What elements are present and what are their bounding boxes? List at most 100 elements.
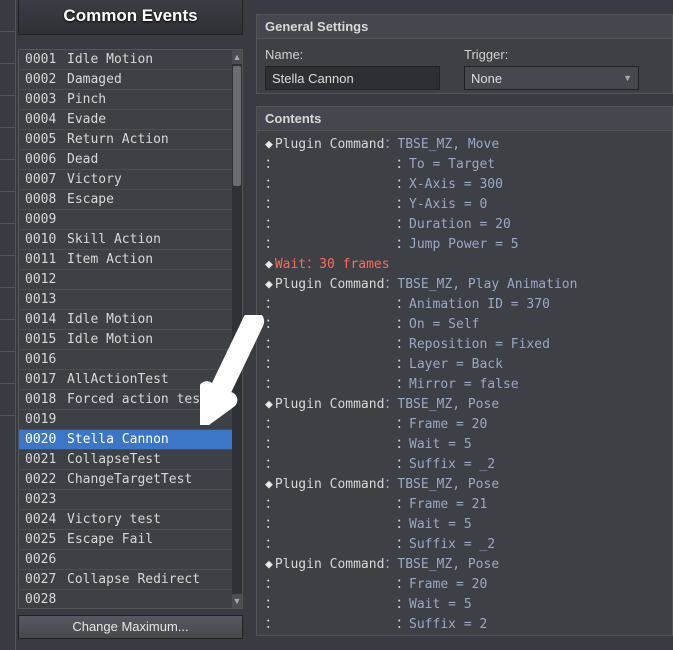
- event-row[interactable]: 0016: [19, 350, 232, 370]
- event-number: 0026: [25, 550, 67, 569]
- event-number: 0021: [25, 450, 67, 469]
- content-line[interactable]: ◆Plugin Command：TBSE_MZ, Play Animation: [265, 275, 672, 295]
- content-line[interactable]: ：： Wait = 5: [265, 435, 672, 455]
- event-row[interactable]: 0005Return Action: [19, 130, 232, 150]
- content-line[interactable]: ：： Frame = 20: [265, 575, 672, 595]
- event-name: Idle Motion: [67, 330, 153, 349]
- event-number: 0024: [25, 510, 67, 529]
- diamond-icon: ◆: [265, 395, 273, 415]
- event-name: Stella Cannon: [67, 430, 169, 449]
- event-row[interactable]: 0017AllActionTest: [19, 370, 232, 390]
- event-row[interactable]: 0020Stella Cannon: [19, 430, 232, 450]
- event-row[interactable]: 0002Damaged: [19, 70, 232, 90]
- event-row[interactable]: 0026: [19, 550, 232, 570]
- content-line[interactable]: ：： To = Target: [265, 155, 672, 175]
- content-line[interactable]: ：： Reposition = Fixed: [265, 335, 672, 355]
- diamond-icon: ◆: [265, 255, 273, 275]
- event-row[interactable]: 0023: [19, 490, 232, 510]
- event-name: Victory: [67, 170, 122, 189]
- event-row[interactable]: 0006Dead: [19, 150, 232, 170]
- event-name: ChangeTargetTest: [67, 470, 192, 489]
- event-name: CollapseTest: [67, 450, 161, 469]
- name-input[interactable]: [265, 66, 440, 90]
- event-row[interactable]: 0018Forced action test: [19, 390, 232, 410]
- content-line[interactable]: ◆Wait：30 frames: [265, 255, 672, 275]
- content-line[interactable]: ◆Plugin Command：TBSE_MZ, Pose: [265, 395, 672, 415]
- contents-section: Contents ◆Plugin Command：TBSE_MZ, Move：：…: [256, 106, 673, 636]
- content-line[interactable]: ：： Suffix = 2: [265, 615, 672, 635]
- content-line[interactable]: ◆Plugin Command：TBSE_MZ, Pose: [265, 555, 672, 575]
- general-settings-section: General Settings Name: Trigger: None ▼: [256, 14, 673, 94]
- content-line[interactable]: ◆Plugin Command：TBSE_MZ, Move: [265, 135, 672, 155]
- event-row[interactable]: 0015Idle Motion: [19, 330, 232, 350]
- event-number: 0002: [25, 70, 67, 89]
- event-row[interactable]: 0022ChangeTargetTest: [19, 470, 232, 490]
- event-row[interactable]: 0024Victory test: [19, 510, 232, 530]
- content-line[interactable]: ：： Frame = 20: [265, 415, 672, 435]
- event-name: Idle Motion: [67, 50, 153, 69]
- content-line[interactable]: ：： On = Self: [265, 315, 672, 335]
- content-line[interactable]: ：： Frame = 21: [265, 495, 672, 515]
- diamond-icon: ◆: [265, 555, 273, 575]
- event-number: 0004: [25, 110, 67, 129]
- panel-title: Common Events: [18, 0, 243, 35]
- event-name: Escape: [67, 190, 114, 209]
- event-row[interactable]: 0008Escape: [19, 190, 232, 210]
- content-line[interactable]: ：： Jump Power = 5: [265, 235, 672, 255]
- event-number: 0025: [25, 530, 67, 549]
- trigger-select[interactable]: None ▼: [464, 66, 639, 90]
- event-number: 0014: [25, 310, 67, 329]
- content-line[interactable]: ：： Layer = Back: [265, 355, 672, 375]
- event-row[interactable]: 0011Item Action: [19, 250, 232, 270]
- scroll-thumb[interactable]: [233, 66, 241, 186]
- content-line[interactable]: ：： Y-Axis = 0: [265, 195, 672, 215]
- content-line[interactable]: ◆Plugin Command：TBSE_MZ, Pose: [265, 475, 672, 495]
- event-row[interactable]: 0012: [19, 270, 232, 290]
- event-name: Skill Action: [67, 230, 161, 249]
- scroll-up-icon[interactable]: ▲: [232, 50, 242, 64]
- event-row[interactable]: 0021CollapseTest: [19, 450, 232, 470]
- event-row[interactable]: 0009: [19, 210, 232, 230]
- diamond-icon: ◆: [265, 275, 273, 295]
- event-number: 0003: [25, 90, 67, 109]
- content-line[interactable]: ：： X-Axis = 300: [265, 175, 672, 195]
- content-line[interactable]: ：： Wait = 5: [265, 595, 672, 615]
- event-list[interactable]: 0001Idle Motion0002Damaged0003Pinch0004E…: [18, 49, 243, 609]
- event-row[interactable]: 0013: [19, 290, 232, 310]
- event-row[interactable]: 0010Skill Action: [19, 230, 232, 250]
- contents-body[interactable]: ◆Plugin Command：TBSE_MZ, Move：： To = Tar…: [257, 131, 672, 635]
- event-name: Victory test: [67, 510, 161, 529]
- event-number: 0006: [25, 150, 67, 169]
- event-row[interactable]: 0019: [19, 410, 232, 430]
- event-row[interactable]: 0007Victory: [19, 170, 232, 190]
- content-line[interactable]: ：： Wait = 5: [265, 515, 672, 535]
- content-line[interactable]: ：： Duration = 20: [265, 215, 672, 235]
- event-row[interactable]: 0003Pinch: [19, 90, 232, 110]
- event-row[interactable]: 0001Idle Motion: [19, 50, 232, 70]
- event-name: Damaged: [67, 70, 122, 89]
- event-row[interactable]: 0025Escape Fail: [19, 530, 232, 550]
- event-row[interactable]: 0028: [19, 590, 232, 608]
- event-name: Item Action: [67, 250, 153, 269]
- scroll-down-icon[interactable]: ▼: [232, 594, 242, 608]
- event-number: 0008: [25, 190, 67, 209]
- content-line[interactable]: ：： Suffix = _2: [265, 455, 672, 475]
- event-number: 0027: [25, 570, 67, 589]
- event-row[interactable]: 0027Collapse Redirect: [19, 570, 232, 590]
- event-name: AllActionTest: [67, 370, 169, 389]
- content-line[interactable]: ：： Animation ID = 370: [265, 295, 672, 315]
- change-maximum-button[interactable]: Change Maximum...: [18, 615, 243, 639]
- content-line[interactable]: ：： Mirror = false: [265, 375, 672, 395]
- trigger-value: None: [471, 71, 502, 86]
- scrollbar[interactable]: ▲ ▼: [232, 50, 242, 608]
- event-number: 0012: [25, 270, 67, 289]
- common-events-panel: Common Events 0001Idle Motion0002Damaged…: [18, 0, 243, 639]
- event-row[interactable]: 0004Evade: [19, 110, 232, 130]
- diamond-icon: ◆: [265, 475, 273, 495]
- event-number: 0007: [25, 170, 67, 189]
- content-line[interactable]: ：： Suffix = _2: [265, 535, 672, 555]
- event-name: Forced action test: [67, 390, 208, 409]
- event-name: Return Action: [67, 130, 169, 149]
- event-number: 0020: [25, 430, 67, 449]
- event-row[interactable]: 0014Idle Motion: [19, 310, 232, 330]
